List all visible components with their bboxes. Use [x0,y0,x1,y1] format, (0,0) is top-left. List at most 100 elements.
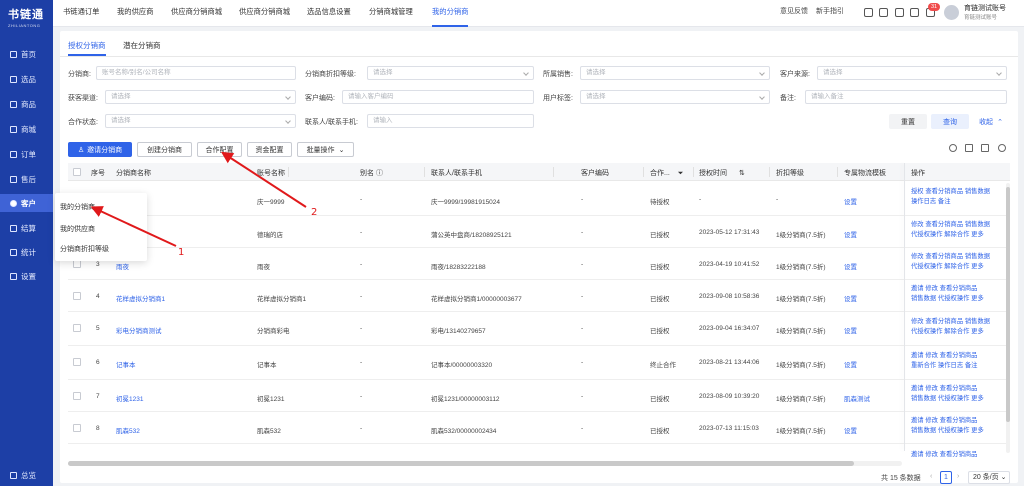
account-name[interactable]: 育链测试账号 [964,3,1006,13]
sidebar-item-products[interactable]: 商品 [0,95,53,113]
ops-line[interactable]: 邀请 修改 查看分销商品 [911,351,977,361]
cell-distributor-link[interactable]: 记事本 [116,359,136,369]
row-ops[interactable]: 邀请 修改 查看分销商品 [911,450,977,460]
sort-icon[interactable]: ⇅ [739,170,745,177]
tab-authorized-distributors[interactable]: 授权分销商 [68,40,106,51]
cell-logistics-link[interactable]: 设置 [844,229,857,239]
ops-line[interactable]: 销售数据 代授权操作 更多 [911,394,984,404]
customer-code-input[interactable]: 请输入客户编码 [342,90,534,104]
ops-line[interactable]: 邀请 修改 查看分销商品 [911,416,984,426]
headset-icon[interactable] [895,8,904,17]
sales-select[interactable]: 请选择 [580,66,770,80]
cell-logistics-link[interactable]: 肌森测试 [844,393,870,403]
row-ops[interactable]: 修改 查看分销商品 销售数据 代授权操作 解除合作 更多 [911,220,990,240]
coop-status-select[interactable]: 请选择 [105,114,296,128]
upload-icon[interactable] [864,8,873,17]
table-row[interactable]: 5 彩电分销商测试 分销商彩电 - 彩电/13140279657 - 已授权 2… [68,312,1010,346]
link-icon[interactable] [879,8,888,17]
sidebar-item-customers[interactable]: 客户 [0,194,53,212]
doc-icon[interactable] [910,8,919,17]
fund-config-button[interactable]: 资金配置 [247,142,292,157]
cell-logistics-link[interactable]: 设置 [844,425,857,435]
row-checkbox[interactable] [73,292,81,300]
ops-line[interactable]: 修改 查看分销商品 销售数据 [911,220,990,230]
feedback-link[interactable]: 意见反馈 [780,0,808,27]
ops-line[interactable]: 邀请 修改 查看分销商品 [911,450,977,460]
cell-logistics-link[interactable]: 设置 [844,293,857,303]
row-ops[interactable]: 邀请 修改 查看分销商品 销售数据 代授权操作 更多 [911,416,984,436]
channel-select[interactable]: 请选择 [105,90,296,104]
topnav-tab-selection-settings[interactable]: 选品信息设置 [307,0,351,27]
row-ops[interactable]: 邀请 修改 查看分销商品 销售数据 代授权操作 更多 [911,384,984,404]
next-page-icon[interactable]: › [957,473,959,480]
edit-icon[interactable] [981,144,989,152]
sidebar-item-aftersale[interactable]: 售后 [0,170,53,188]
scroll-thumb[interactable] [68,461,854,466]
ops-line[interactable]: 修改 查看分销商品 销售数据 [911,317,990,327]
ops-line[interactable]: 重新合作 操作日志 备注 [911,361,977,371]
table-row[interactable]: 庆一9999 - 庆一9999/19981915024 - 待授权 - - 设置… [68,183,1010,216]
collapse-toggle[interactable]: 收起 ⌃ [972,114,1010,129]
cell-distributor-link[interactable]: 雨夜 [116,261,129,271]
table-row[interactable]: 4 花样虚拟分销商1 花样虚拟分销商1 - 花样虚拟分销商1/000000036… [68,280,1010,312]
distributor-search-input[interactable]: 账号名称/别名/公司名称 [96,66,296,80]
submenu-my-distributors[interactable]: 我的分销商 [60,202,95,212]
batch-actions-dropdown[interactable]: 批量操作 ⌄ [297,142,354,157]
topnav-tab-mall-management[interactable]: 分销商城管理 [369,0,413,27]
ops-line[interactable]: 操作日志 备注 [911,197,990,207]
topnav-tab-my-distributors[interactable]: 我的分销商 [432,0,469,27]
cell-distributor-link[interactable]: 初冕1231 [116,393,143,403]
horizontal-scrollbar[interactable] [68,461,902,466]
discount-level-select[interactable]: 请选择 [367,66,534,80]
row-checkbox[interactable] [73,260,81,268]
gear-icon[interactable] [998,144,1006,152]
contact-input[interactable]: 请输入 [367,114,534,128]
sidebar-item-settings[interactable]: 设置 [0,267,53,285]
user-tag-select[interactable]: 请选择 [580,90,770,104]
row-ops[interactable]: 邀请 修改 查看分销商品 销售数据 代授权操作 更多 [911,284,984,304]
customer-source-select[interactable]: 请选择 [817,66,1007,80]
ops-line[interactable]: 邀请 修改 查看分销商品 [911,284,984,294]
tab-potential-distributors[interactable]: 潜在分销商 [123,40,161,51]
sidebar-item-selection[interactable]: 选品 [0,70,53,88]
ops-line[interactable]: 修改 查看分销商品 销售数据 [911,252,990,262]
sidebar-item-home[interactable]: 首页 [0,45,53,63]
ops-line[interactable]: 代授权操作 解除合作 更多 [911,230,990,240]
sidebar-item-stats[interactable]: 统计 [0,243,53,261]
table-row[interactable]: 8 肌森532 肌森532 - 肌森532/00000002434 - 已授权 … [68,412,1010,444]
topnav-tab-orders[interactable]: 书链通订单 [63,0,99,27]
sidebar-item-settlement[interactable]: 结算 [0,219,53,237]
refresh-icon[interactable] [949,144,957,152]
ops-line[interactable]: 销售数据 代授权操作 更多 [911,294,984,304]
query-button[interactable]: 查询 [931,114,969,129]
scroll-thumb[interactable] [1006,187,1010,422]
export-icon[interactable] [965,144,973,152]
ops-line[interactable]: 代授权操作 解除合作 更多 [911,262,990,272]
ops-line[interactable]: 销售数据 代授权操作 更多 [911,426,984,436]
sidebar-item-mall[interactable]: 商城 [0,120,53,138]
cell-distributor-link[interactable]: 花样虚拟分销商1 [116,293,165,303]
table-row[interactable]: 德瑞的店 - 蒲公英中盘商/18208925121 - 已授权 2023-05-… [68,216,1010,248]
submenu-discount-levels[interactable]: 分销商折扣等级 [60,244,109,254]
reset-button[interactable]: 重置 [889,114,927,129]
help-icon[interactable]: ⓘ [376,170,383,177]
topnav-tab-supplier-mall[interactable]: 供应商分销商城 [171,0,222,27]
table-row[interactable]: 邀请 修改 查看分销商品 [68,444,1010,458]
row-checkbox[interactable] [73,424,81,432]
row-ops[interactable]: 邀请 修改 查看分销商品 重新合作 操作日志 备注 [911,351,977,371]
invite-distributor-button[interactable]: ♙ 邀请分销商 [68,142,132,157]
row-checkbox[interactable] [73,392,81,400]
row-checkbox[interactable] [73,358,81,366]
filter-icon[interactable]: ⏷ [678,170,684,177]
vertical-scrollbar[interactable] [1006,183,1010,453]
cell-distributor-link[interactable]: 彩电分销商测试 [116,325,162,335]
cell-logistics-link[interactable]: 设置 [844,261,857,271]
table-row[interactable]: 7 初冕1231 初冕1231 - 初冕1231/00000003112 - 已… [68,380,1010,412]
sidebar-item-orders[interactable]: 订单 [0,145,53,163]
topnav-tab-supplier-mall-2[interactable]: 供应商分销商城 [239,0,290,27]
coop-config-button[interactable]: 合作配置 [197,142,242,157]
page-size-select[interactable]: 20 条/页 ⌄ [968,471,1010,484]
table-row[interactable]: 3 雨夜 雨夜 - 雨夜/18283222188 - 已授权 2023-04-1… [68,248,1010,280]
cell-distributor-link[interactable]: 肌森532 [116,425,140,435]
cell-logistics-link[interactable]: 设置 [844,196,857,206]
